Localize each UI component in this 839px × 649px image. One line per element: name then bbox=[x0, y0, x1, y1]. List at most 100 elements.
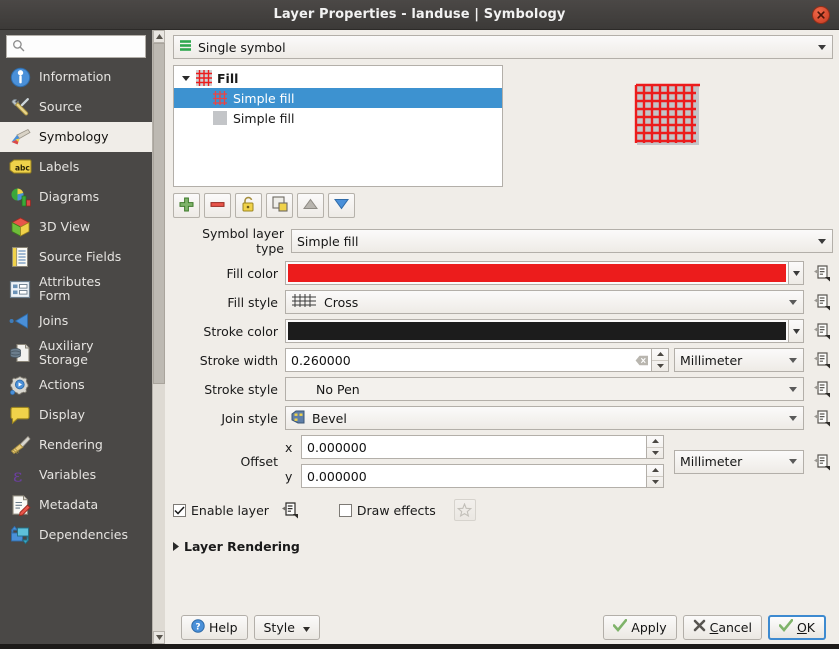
offset-y-value[interactable] bbox=[307, 469, 646, 484]
tree-row[interactable]: Simple fill bbox=[174, 108, 502, 128]
cross-hatch-icon bbox=[291, 293, 317, 311]
move-down-button[interactable] bbox=[328, 193, 355, 218]
scroll-down-icon[interactable] bbox=[153, 631, 165, 644]
sidebar-item-display[interactable]: Display bbox=[0, 400, 152, 430]
offset-x-stepper[interactable] bbox=[647, 435, 664, 459]
sidebar-item-3d-view[interactable]: 3D View bbox=[0, 212, 152, 242]
enable-layer-label: Enable layer bbox=[191, 503, 269, 518]
sidebar-item-auxiliary-storage[interactable]: Auxiliary Storage bbox=[0, 336, 152, 370]
data-defined-override-icon[interactable] bbox=[811, 320, 833, 342]
stroke-width-unit-combo[interactable]: Millimeter bbox=[674, 348, 804, 372]
sidebar-item-metadata[interactable]: Metadata bbox=[0, 490, 152, 520]
source-wrench-icon bbox=[8, 95, 32, 119]
stroke-color-dropdown[interactable] bbox=[789, 319, 804, 343]
search-box[interactable] bbox=[6, 35, 146, 58]
sidebar-search-wrap bbox=[0, 30, 152, 62]
effects-star-icon[interactable] bbox=[454, 499, 476, 521]
move-up-button[interactable] bbox=[297, 193, 324, 218]
duplicate-symbol-layer-button[interactable] bbox=[266, 193, 293, 218]
sidebar-item-joins[interactable]: Joins bbox=[0, 306, 152, 336]
layer-rendering-section[interactable]: Layer Rendering bbox=[173, 539, 833, 554]
broom-icon bbox=[8, 433, 32, 457]
renderer-type-combo[interactable]: Single symbol bbox=[173, 35, 833, 59]
join-style-label: Join style bbox=[173, 411, 285, 426]
sidebar-item-label: Metadata bbox=[39, 498, 98, 512]
cancel-button[interactable]: Cancel bbox=[683, 615, 762, 640]
symbol-layers-tree[interactable]: Fill Simple fill bbox=[173, 65, 503, 187]
offset-x-input[interactable] bbox=[301, 435, 647, 459]
stepper-down-icon[interactable] bbox=[647, 448, 663, 459]
draw-effects-checkbox[interactable] bbox=[339, 504, 352, 517]
sidebar-item-diagrams[interactable]: Diagrams bbox=[0, 182, 152, 212]
stroke-width-input[interactable] bbox=[285, 348, 652, 372]
data-defined-override-icon[interactable] bbox=[811, 262, 833, 284]
help-button-label: Help bbox=[209, 620, 238, 635]
offset-y-stepper[interactable] bbox=[647, 464, 664, 488]
data-defined-override-icon[interactable] bbox=[279, 499, 301, 521]
sidebar-item-information[interactable]: Information bbox=[0, 62, 152, 92]
offset-x-value[interactable] bbox=[307, 440, 646, 455]
apply-button[interactable]: Apply bbox=[603, 615, 676, 640]
data-defined-override-icon[interactable] bbox=[811, 291, 833, 313]
sidebar-item-symbology[interactable]: Symbology bbox=[0, 122, 152, 152]
add-symbol-layer-button[interactable] bbox=[173, 193, 200, 218]
data-defined-override-icon[interactable] bbox=[811, 378, 833, 400]
scrollbar-track[interactable] bbox=[153, 43, 165, 631]
stroke-style-combo[interactable]: No Pen bbox=[285, 377, 804, 401]
sidebar-item-label: Information bbox=[39, 70, 111, 84]
stroke-color-button[interactable] bbox=[285, 319, 789, 343]
sidebar-item-labels[interactable]: abc Labels bbox=[0, 152, 152, 182]
sidebar-item-rendering[interactable]: Rendering bbox=[0, 430, 152, 460]
stroke-width-label: Stroke width bbox=[173, 353, 285, 368]
data-defined-override-icon[interactable] bbox=[811, 349, 833, 371]
options-row: Enable layer Draw effects bbox=[173, 499, 833, 521]
sidebar-item-label: Source bbox=[39, 100, 82, 114]
tree-row[interactable]: Fill bbox=[174, 68, 502, 88]
sidebar-item-attributes-form[interactable]: Attributes Form bbox=[0, 272, 152, 306]
stepper-down-icon[interactable] bbox=[647, 477, 663, 488]
offset-unit-combo[interactable]: Millimeter bbox=[674, 450, 804, 474]
sidebar-scrollbar[interactable] bbox=[152, 30, 165, 644]
fill-color-dropdown[interactable] bbox=[789, 261, 804, 285]
remove-symbol-layer-button[interactable] bbox=[204, 193, 231, 218]
fill-style-combo[interactable]: Cross bbox=[285, 290, 804, 314]
stepper-down-icon[interactable] bbox=[652, 361, 668, 372]
sidebar-item-variables[interactable]: ε Variables bbox=[0, 460, 152, 490]
gray-solid-fill-icon bbox=[210, 110, 230, 126]
symbol-layer-type-combo[interactable]: Simple fill bbox=[291, 229, 833, 253]
style-button[interactable]: Style bbox=[254, 615, 320, 640]
sidebar-item-label: Rendering bbox=[39, 438, 103, 452]
offset-x-line: x bbox=[285, 435, 664, 459]
search-input[interactable] bbox=[28, 39, 141, 55]
sidebar-item-dependencies[interactable]: Dependencies bbox=[0, 520, 152, 550]
stepper-up-icon[interactable] bbox=[652, 349, 668, 361]
offset-y-input[interactable] bbox=[301, 464, 647, 488]
scrollbar-thumb[interactable] bbox=[153, 43, 165, 384]
speech-bubble-icon bbox=[8, 403, 32, 427]
enable-layer-checkbox[interactable] bbox=[173, 504, 186, 517]
chevron-down-icon[interactable] bbox=[178, 76, 194, 81]
scroll-up-icon[interactable] bbox=[153, 30, 165, 43]
sidebar-item-source[interactable]: Source bbox=[0, 92, 152, 122]
ok-button[interactable]: OK bbox=[768, 615, 826, 640]
join-style-combo[interactable]: Bevel bbox=[285, 406, 804, 430]
sidebar-item-source-fields[interactable]: Source Fields bbox=[0, 242, 152, 272]
fill-color-button[interactable] bbox=[285, 261, 789, 285]
stepper-up-icon[interactable] bbox=[647, 436, 663, 448]
help-button[interactable]: ? Help bbox=[181, 615, 248, 640]
stroke-width-stepper[interactable] bbox=[652, 348, 669, 372]
fill-style-value: Cross bbox=[324, 295, 358, 310]
stroke-width-value[interactable] bbox=[291, 353, 633, 368]
lock-colors-button[interactable] bbox=[235, 193, 262, 218]
chevron-right-icon[interactable] bbox=[173, 539, 179, 554]
stepper-up-icon[interactable] bbox=[647, 465, 663, 477]
chevron-down-icon bbox=[785, 300, 801, 305]
clear-icon[interactable] bbox=[633, 355, 651, 366]
close-icon[interactable] bbox=[812, 6, 830, 24]
simple-fill-form: Symbol layer type Simple fill Fill color bbox=[173, 226, 833, 488]
data-defined-override-icon[interactable] bbox=[811, 451, 833, 473]
data-defined-override-icon[interactable] bbox=[811, 407, 833, 429]
window-title: Layer Properties - landuse | Symbology bbox=[0, 0, 839, 29]
tree-row[interactable]: Simple fill bbox=[174, 88, 502, 108]
sidebar-item-actions[interactable]: Actions bbox=[0, 370, 152, 400]
